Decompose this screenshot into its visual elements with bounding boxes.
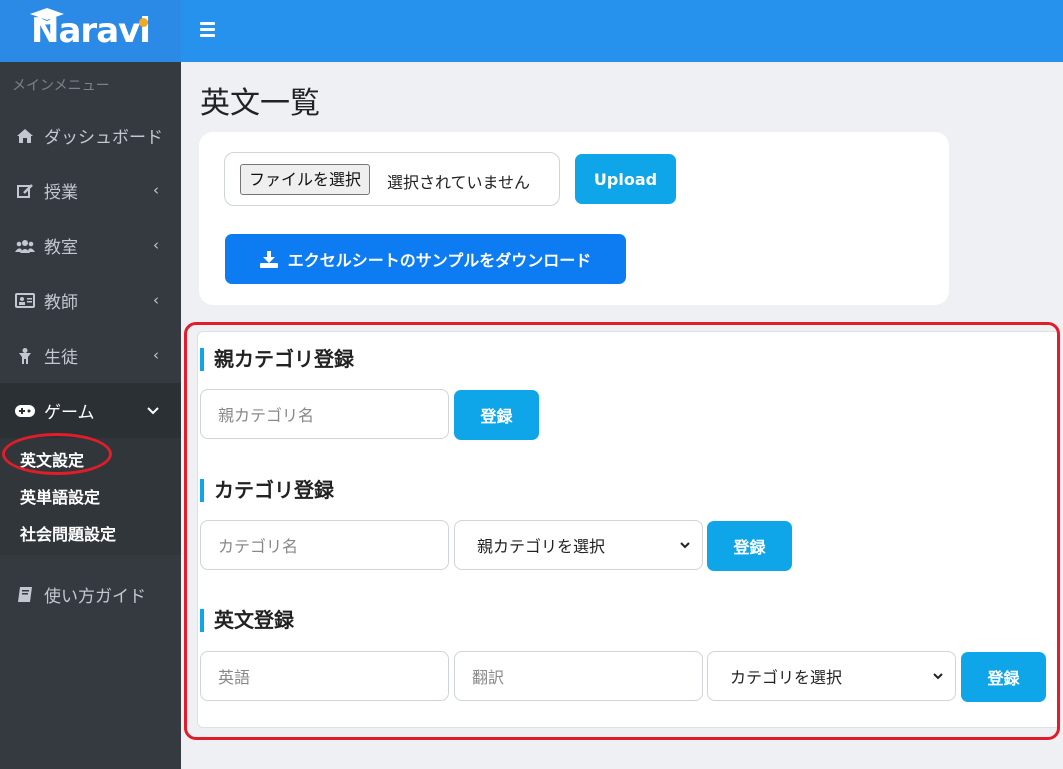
chevron-left-icon: ‹ [153,236,159,254]
gamepad-icon [14,404,36,417]
chevron-down-icon [680,542,690,549]
sidebar-item-label: 教室 [44,238,78,258]
parent-category-register-button[interactable]: 登録 [454,390,539,440]
submenu-item-sentence-settings[interactable]: 英文設定 [0,440,181,477]
upload-card: ファイルを選択 選択されていません Upload エクセルシートのサンプルをダウ… [199,132,949,305]
sidebar-item-label: 生徒 [44,348,78,368]
chevron-left-icon: ‹ [153,181,159,199]
brand-dot [139,18,148,27]
chevron-down-icon [147,401,159,419]
category-register-button[interactable]: 登録 [707,521,792,571]
sidebar-item-dashboard[interactable]: ダッシュボード [0,108,181,163]
registration-card: 親カテゴリ登録 親カテゴリ名 登録 カテゴリ登録 カテゴリ名 親カテゴリを選択 … [197,331,1061,728]
users-icon [14,239,36,253]
download-sample-label: エクセルシートのサンプルをダウンロード [287,251,592,270]
category-name-input[interactable]: カテゴリ名 [200,520,449,570]
sidebar-item-classrooms[interactable]: 教室 ‹ [0,218,181,273]
child-icon [14,347,36,364]
id-card-icon [14,293,36,308]
chevron-left-icon: ‹ [153,346,159,364]
sidebar-item-label: ゲーム [44,403,95,423]
category-select[interactable]: カテゴリを選択 [707,651,956,701]
sidebar-item-teachers[interactable]: 教師 ‹ [0,273,181,328]
choose-file-button[interactable]: ファイルを選択 [240,164,371,195]
sidebar-item-label: 使い方ガイド [44,587,146,607]
download-icon [259,250,278,268]
home-icon [14,128,36,143]
games-submenu: 英文設定 英単語設定 社会問題設定 [0,438,181,555]
chevron-left-icon: ‹ [153,291,159,309]
download-sample-button[interactable]: エクセルシートのサンプルをダウンロード [225,234,626,284]
chevron-down-icon [933,673,943,680]
sidebar-item-label: ダッシュボード [44,128,163,148]
parent-category-select[interactable]: 親カテゴリを選択 [454,520,703,570]
top-navbar [181,0,1063,62]
category-select-value: カテゴリを選択 [730,668,843,687]
submenu-item-social-settings[interactable]: 社会問題設定 [0,514,181,551]
parent-category-select-value: 親カテゴリを選択 [477,537,606,556]
graduation-cap-icon [30,8,64,25]
sidebar-item-students[interactable]: 生徒 ‹ [0,328,181,383]
sidebar-item-label: 教師 [44,293,78,313]
sidebar-item-label: 授業 [44,183,78,203]
file-status: 選択されていません [387,173,531,192]
translation-input[interactable]: 翻訳 [454,651,703,701]
english-input[interactable]: 英語 [200,651,449,701]
category-title: カテゴリ登録 [200,478,334,502]
menu-header: メインメニュー [12,78,110,94]
parent-category-name-input[interactable]: 親カテゴリ名 [200,389,449,439]
sidebar-item-games[interactable]: ゲーム [0,383,181,438]
submenu-item-word-settings[interactable]: 英単語設定 [0,477,181,514]
sidebar: Naravi メインメニュー ダッシュボード 授業 ‹ 教室 ‹ 教師 ‹ 生徒 [0,0,181,769]
sidebar-item-guide[interactable]: 使い方ガイド [0,567,181,622]
parent-category-title: 親カテゴリ登録 [200,347,354,371]
upload-button[interactable]: Upload [575,154,676,204]
menu-toggle-icon[interactable] [200,22,215,40]
brand-logo[interactable]: Naravi [0,0,181,62]
page-title: 英文一覧 [200,86,320,121]
sentence-title: 英文登録 [200,608,294,632]
sentence-register-button[interactable]: 登録 [961,652,1046,702]
book-icon [14,587,36,602]
sidebar-item-lessons[interactable]: 授業 ‹ [0,163,181,218]
file-input[interactable]: ファイルを選択 選択されていません [224,152,560,206]
edit-icon [14,183,36,199]
